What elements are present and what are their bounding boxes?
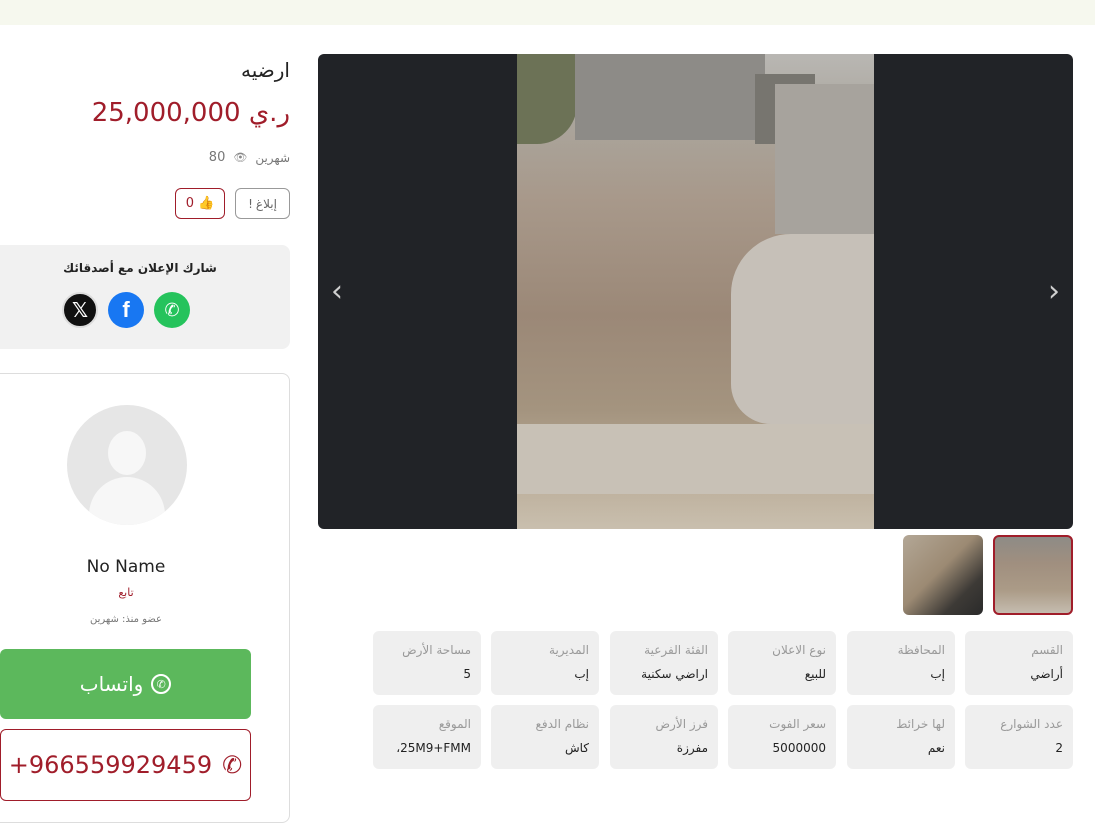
gallery-thumbnail-2[interactable] [903,535,983,615]
detail-value: اراضي سكنية [641,667,708,681]
detail-value: أراضي [1030,667,1063,681]
detail-label: مساحة الأرض [402,643,471,657]
detail-label: نظام الدفع [535,717,590,731]
x-icon[interactable]: 𝕏 [62,292,98,328]
detail-label: الفئة الفرعية [644,643,708,657]
report-button[interactable]: إبلاغ ! [235,188,290,219]
phone-icon: ✆ [222,751,243,779]
photo-rubble [731,234,874,424]
detail-value: 25M9+FMM، [396,741,471,755]
detail-item: سعر الفوت 5000000 [728,705,836,769]
share-icons: 𝕏 f ✆ [62,292,190,328]
detail-label: سعر الفوت [769,717,826,731]
detail-value: 5 [463,667,471,681]
thumbs-up-icon: 👍 [198,196,215,211]
top-bar [0,0,1095,25]
avatar-head [108,431,146,475]
detail-label: المديرية [549,643,589,657]
detail-value: 5000000 [772,741,826,755]
whatsapp-label: واتساب [79,672,144,696]
detail-item: فرز الأرض مفرزة [610,705,718,769]
detail-label: فرز الأرض [655,717,708,731]
listing-photo [517,54,874,529]
eye-icon: 👁 [233,151,248,164]
detail-label: المحافظة [897,643,945,657]
photo-tree [517,54,577,144]
detail-value: 2 [1055,741,1063,755]
detail-item: لها خرائط نعم [847,705,955,769]
listing-meta: شهرين 👁 80 [209,150,290,165]
gallery-thumbnail-1[interactable] [993,535,1073,615]
detail-item: نوع الاعلان للبيع [728,631,836,695]
whatsapp-icon[interactable]: ✆ [154,292,190,328]
listing-price: 25,000,000 ر.ي [91,98,290,128]
detail-item: القسم أراضي [965,631,1073,695]
detail-label: لها خرائط [896,717,945,731]
detail-value: إب [574,667,589,681]
seller-member-since: عضو منذ: شهرين [89,614,163,625]
phone-button[interactable]: +966559929459 ✆ [0,729,251,801]
report-label: إبلاغ [255,196,277,211]
detail-item: الفئة الفرعية اراضي سكنية [610,631,718,695]
detail-item: المديرية إب [491,631,599,695]
phone-number: +966559929459 [8,751,213,779]
photo-building [575,54,765,140]
avatar [67,405,187,525]
detail-value: إب [930,667,945,681]
detail-item: المحافظة إب [847,631,955,695]
detail-label: الموقع [438,717,471,731]
seller-role: تابع [118,586,134,599]
detail-item: مساحة الأرض 5 [373,631,481,695]
share-panel: شارك الإعلان مع أصدقائك 𝕏 f ✆ [0,245,290,349]
detail-value: كاش [564,741,589,755]
detail-label: القسم [1031,643,1063,657]
view-count: 80 [208,150,226,165]
detail-item: عدد الشوارع 2 [965,705,1073,769]
listing-age: شهرين [255,150,290,165]
like-count: 0 [185,196,195,211]
detail-value: مفرزة [676,741,708,755]
seller-name: No Name [86,557,166,577]
chevron-right-icon[interactable]: › [1039,274,1069,309]
exclamation-icon: ! [248,196,253,211]
facebook-icon[interactable]: f [108,292,144,328]
avatar-body [89,477,165,525]
detail-value: للبيع [804,667,826,681]
listing-title: ارضيه [241,58,290,82]
detail-item: الموقع 25M9+FMM، [373,705,481,769]
photo-wall [775,84,874,234]
chevron-left-icon[interactable]: ‹ [322,274,352,309]
detail-value: نعم [927,741,945,755]
detail-item: نظام الدفع كاش [491,705,599,769]
detail-label: عدد الشوارع [1000,717,1063,731]
photo-curb [517,424,874,494]
like-button[interactable]: 0 👍 [175,188,225,219]
whatsapp-button[interactable]: ✆ واتساب [0,649,251,719]
detail-label: نوع الاعلان [772,643,826,657]
whatsapp-icon: ✆ [151,674,172,694]
image-gallery: ‹ › [318,54,1073,529]
share-title: شارك الإعلان مع أصدقائك [63,261,217,275]
